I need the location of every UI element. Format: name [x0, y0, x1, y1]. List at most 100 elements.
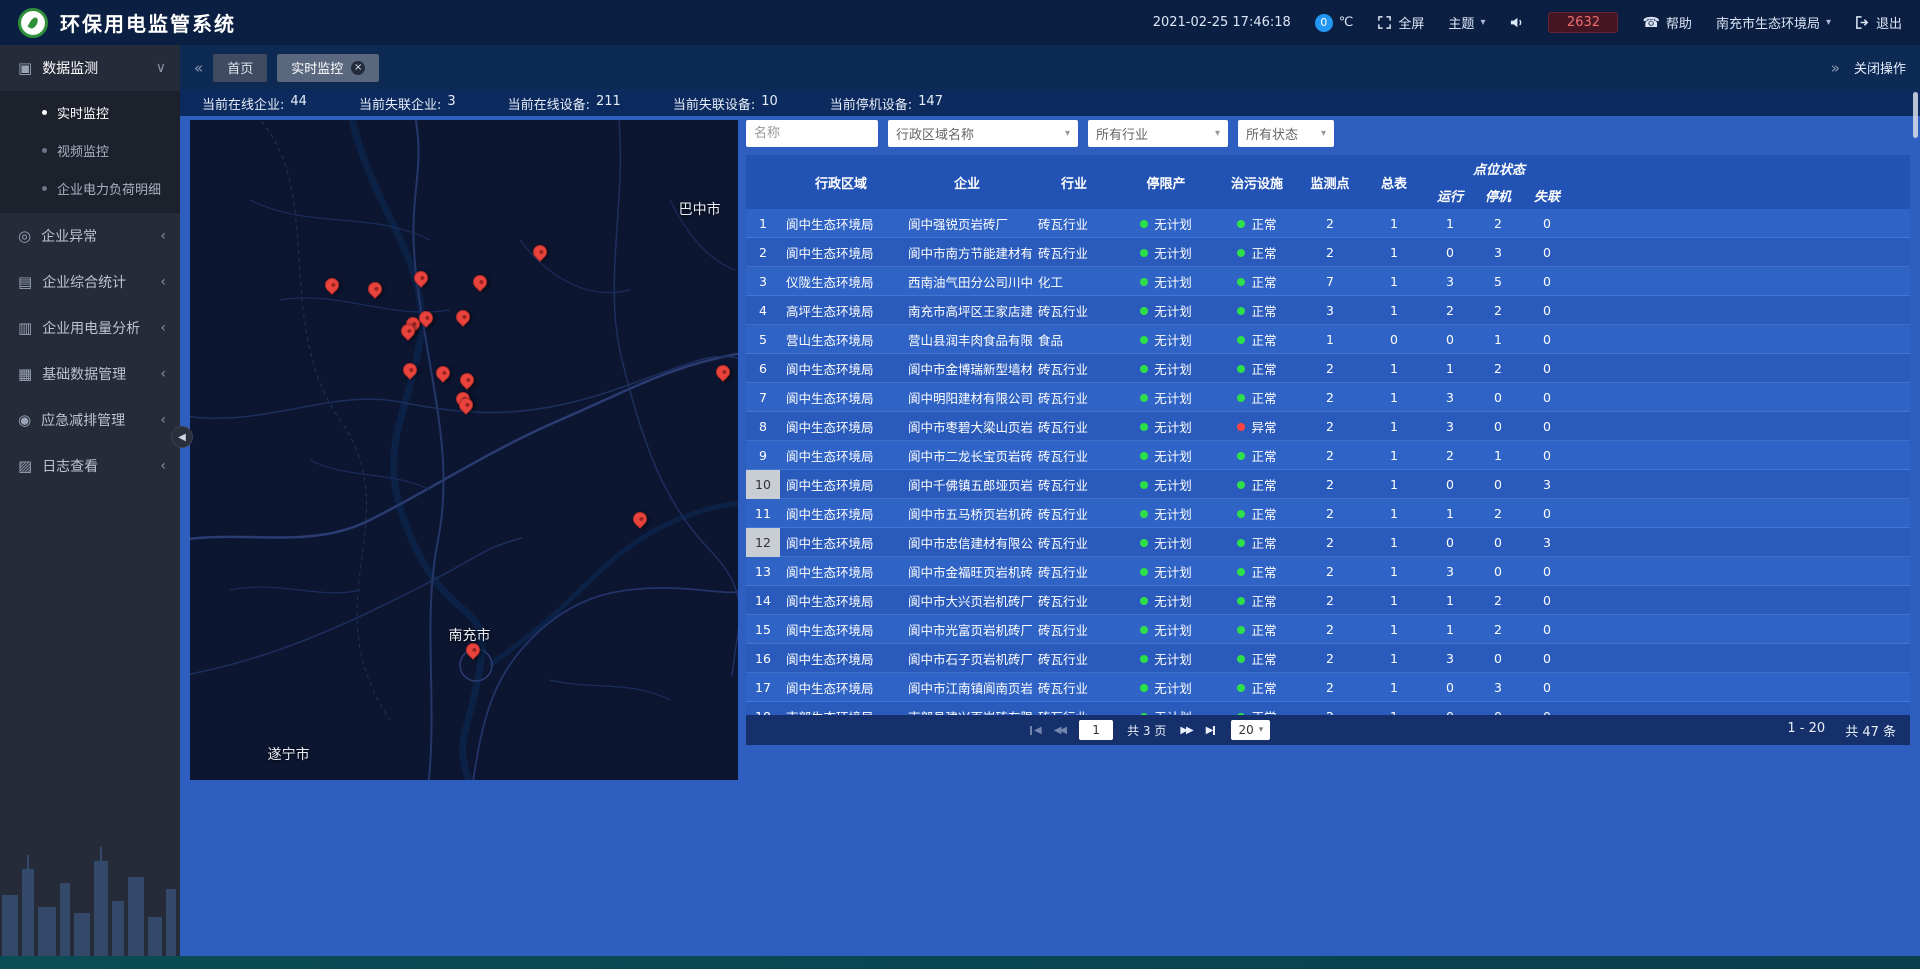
- stopped-cell: 3: [1474, 680, 1522, 695]
- region-select[interactable]: 行政区域名称▾: [888, 120, 1078, 147]
- sidebar-group-power-analysis[interactable]: ▥ 企业用电量分析 ‹: [0, 305, 180, 351]
- points-cell: 2: [1298, 448, 1362, 463]
- sidebar-group-company-abnormal[interactable]: ◎ 企业异常 ‹: [0, 213, 180, 259]
- table-row[interactable]: 7阆中生态环境局阆中明阳建材有限公司砖瓦行业无计划正常21300: [746, 383, 1910, 412]
- company-cell: 营山县润丰肉食品有限: [902, 330, 1032, 349]
- table-row[interactable]: 5营山生态环境局营山县润丰肉食品有限食品无计划正常10010: [746, 325, 1910, 354]
- org-dropdown[interactable]: 南充市生态环境局▾: [1716, 13, 1831, 32]
- chevron-down-icon: ▾: [1259, 725, 1264, 735]
- table-row[interactable]: 17阆中生态环境局阆中市江南镇阆南页岩砖瓦行业无计划正常21030: [746, 673, 1910, 702]
- tab-realtime-monitor[interactable]: 实时监控 ×: [277, 54, 379, 82]
- company-cell: 阆中市金博瑞新型墙材: [902, 359, 1032, 378]
- table-row[interactable]: 8阆中生态环境局阆中市枣碧大梁山页岩砖瓦行业无计划异常21300: [746, 412, 1910, 441]
- status-dot-green-icon: [1237, 249, 1245, 257]
- points-cell: 2: [1298, 535, 1362, 550]
- sidebar-item-realtime-monitor[interactable]: 实时监控: [0, 93, 180, 131]
- company-cell: 南部县建兴页岩砖有限: [902, 707, 1032, 715]
- industry-cell: 砖瓦行业: [1032, 533, 1116, 552]
- theme-dropdown[interactable]: 主题▾: [1448, 13, 1485, 32]
- facility-status-text: 正常: [1251, 388, 1276, 407]
- sidebar-collapse-button[interactable]: ◀: [171, 426, 193, 448]
- running-cell: 1: [1426, 593, 1474, 608]
- table-row[interactable]: 9阆中生态环境局阆中市二龙长宝页岩砖砖瓦行业无计划正常21210: [746, 441, 1910, 470]
- facility-status-cell: 正常: [1216, 504, 1298, 523]
- sidebar-group-data-monitor[interactable]: ▣ 数据监测 ∨: [0, 45, 180, 91]
- close-operations-button[interactable]: 关闭操作: [1854, 58, 1906, 77]
- industry-cell: 砖瓦行业: [1032, 707, 1116, 715]
- industry-select[interactable]: 所有行业▾: [1088, 120, 1228, 147]
- scrollbar-thumb[interactable]: [1913, 92, 1918, 138]
- table-row[interactable]: 18南部生态环境局南部县建兴页岩砖有限砖瓦行业无计划正常21000: [746, 702, 1910, 715]
- lost-cell: 0: [1522, 680, 1572, 695]
- facility-status-text: 正常: [1251, 475, 1276, 494]
- table-row[interactable]: 11阆中生态环境局阆中市五马桥页岩机砖砖瓦行业无计划正常21120: [746, 499, 1910, 528]
- table-row[interactable]: 12阆中生态环境局阆中市忠信建材有限公砖瓦行业无计划正常21003: [746, 528, 1910, 557]
- last-page-button[interactable]: ▶: [1206, 725, 1218, 736]
- col-company: 企业: [902, 173, 1032, 192]
- region-cell: 阆中生态环境局: [780, 678, 902, 697]
- sidebar-group-company-stats[interactable]: ▤ 企业综合统计 ‹: [0, 259, 180, 305]
- status-dot-green-icon: [1140, 655, 1148, 663]
- tab-home[interactable]: 首页: [213, 54, 267, 82]
- sound-button[interactable]: [1509, 15, 1524, 30]
- alarm-count-badge[interactable]: 2632: [1548, 12, 1618, 33]
- fullscreen-button[interactable]: 全屏: [1377, 13, 1424, 32]
- page-size-select[interactable]: 20▾: [1231, 720, 1270, 740]
- close-icon[interactable]: ×: [351, 61, 365, 75]
- table-row[interactable]: 4高坪生态环境局南充市高坪区王家店建砖瓦行业无计划正常31220: [746, 296, 1910, 325]
- table-row[interactable]: 15阆中生态环境局阆中市光富页岩机砖厂砖瓦行业无计划正常21120: [746, 615, 1910, 644]
- name-search-input[interactable]: [746, 120, 878, 147]
- table-row[interactable]: 16阆中生态环境局阆中市石子页岩机砖厂砖瓦行业无计划正常21300: [746, 644, 1910, 673]
- status-dot-green-icon: [1140, 539, 1148, 547]
- map-panel[interactable]: 巴中市南充市遂宁市: [190, 120, 738, 780]
- logout-button[interactable]: 退出: [1855, 13, 1902, 32]
- map-pin-icon: [433, 363, 453, 383]
- limit-status-text: 无计划: [1154, 243, 1192, 262]
- company-cell: 南充市高坪区王家店建: [902, 301, 1032, 320]
- table-row[interactable]: 10阆中生态环境局阆中千佛镇五郎垭页岩砖瓦行业无计划正常21003: [746, 470, 1910, 499]
- meters-cell: 1: [1362, 564, 1426, 579]
- region-cell: 阆中生态环境局: [780, 446, 902, 465]
- chevron-collapsed-icon: ‹: [160, 458, 166, 474]
- page-number-input[interactable]: [1079, 720, 1113, 740]
- row-index-cell: 15: [746, 615, 780, 644]
- map-pin-icon: [365, 279, 385, 299]
- sidebar-item-video-monitor[interactable]: 视频监控: [0, 131, 180, 169]
- next-page-button[interactable]: ▶▶: [1180, 725, 1191, 736]
- table-row[interactable]: 1阆中生态环境局阆中强锐页岩砖厂砖瓦行业无计划正常21120: [746, 209, 1910, 238]
- facility-status-cell: 正常: [1216, 562, 1298, 581]
- stopped-cell: 3: [1474, 245, 1522, 260]
- table-row[interactable]: 14阆中生态环境局阆中市大兴页岩机砖厂砖瓦行业无计划正常21120: [746, 586, 1910, 615]
- status-select[interactable]: 所有状态▾: [1238, 120, 1334, 147]
- first-page-button[interactable]: ◀: [1028, 725, 1040, 736]
- sidebar-group-base-data[interactable]: ▦ 基础数据管理 ‹: [0, 351, 180, 397]
- meters-cell: 1: [1362, 651, 1426, 666]
- lost-cell: 0: [1522, 274, 1572, 289]
- company-cell: 阆中明阳建材有限公司: [902, 388, 1032, 407]
- sidebar-item-power-load-detail[interactable]: 企业电力负荷明细: [0, 169, 180, 207]
- sidebar-group-logs[interactable]: ▨ 日志查看 ‹: [0, 443, 180, 489]
- facility-status-cell: 正常: [1216, 330, 1298, 349]
- table-row[interactable]: 6阆中生态环境局阆中市金博瑞新型墙材砖瓦行业无计划正常21120: [746, 354, 1910, 383]
- lost-cell: 0: [1522, 390, 1572, 405]
- table-row[interactable]: 13阆中生态环境局阆中市金福旺页岩机砖砖瓦行业无计划正常21300: [746, 557, 1910, 586]
- help-button[interactable]: ☎ 帮助: [1642, 13, 1691, 32]
- info-icon: ◎: [18, 227, 31, 245]
- sidebar-group-emergency[interactable]: ◉ 应急减排管理 ‹: [0, 397, 180, 443]
- row-index-cell: 3: [746, 267, 780, 296]
- col-point-status-sub: 运行 停机 失联: [1426, 186, 1572, 205]
- table-row[interactable]: 3仪陇生态环境局西南油气田分公司川中化工无计划正常71350: [746, 267, 1910, 296]
- limit-status-cell: 无计划: [1116, 678, 1216, 697]
- tab-scroll-right-button[interactable]: »: [1831, 59, 1840, 77]
- prev-page-button[interactable]: ◀◀: [1054, 725, 1065, 736]
- running-cell: 1: [1426, 622, 1474, 637]
- stopped-cell: 2: [1474, 361, 1522, 376]
- region-cell: 阆中生态环境局: [780, 388, 902, 407]
- row-index-cell: 17: [746, 673, 780, 702]
- region-cell: 阆中生态环境局: [780, 649, 902, 668]
- chevron-collapsed-icon: ‹: [160, 366, 166, 382]
- table-row[interactable]: 2阆中生态环境局阆中市南方节能建材有砖瓦行业无计划正常21030: [746, 238, 1910, 267]
- tab-scroll-left-button[interactable]: «: [194, 59, 203, 77]
- facility-status-text: 正常: [1251, 649, 1276, 668]
- monitor-icon: ▣: [18, 59, 32, 77]
